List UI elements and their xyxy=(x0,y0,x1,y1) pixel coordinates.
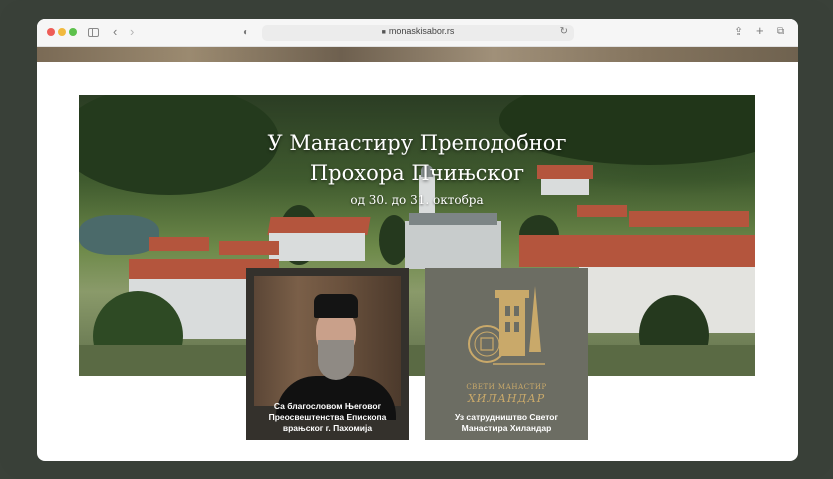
hilandar-logo-subtitle: СВЕТИ МАНАСТИР xyxy=(466,383,547,391)
share-icon[interactable]: ⇪ xyxy=(734,25,743,39)
hero-image: У Манастиру Преподобног Прохора Пчињског… xyxy=(79,95,755,376)
hilandar-caption-line-2: Манастира Хиландар xyxy=(461,423,552,433)
lock-icon: ■ xyxy=(381,29,386,36)
shield-icon[interactable]: ◐ xyxy=(243,26,249,40)
sidebar-icon[interactable] xyxy=(88,28,99,37)
hilandar-caption: Уз сатрудништво Светог Манастира Хиланда… xyxy=(425,412,588,434)
bishop-portrait xyxy=(254,276,401,420)
tabs-overview-icon[interactable]: ⧉ xyxy=(777,25,784,39)
zoom-window-button[interactable] xyxy=(69,28,77,36)
browser-window: ‹ › ◐ ■ monaskisabor.rs ↻ ⇪ + ⧉ У Манаст… xyxy=(37,19,798,461)
minimize-window-button[interactable] xyxy=(58,28,66,36)
hero-title: У Манастиру Преподобног Прохора Пчињског xyxy=(79,128,755,188)
header-banner xyxy=(37,47,798,62)
hero-title-line-1: У Манастиру Преподобног xyxy=(267,131,567,155)
address-bar[interactable]: ■ monaskisabor.rs ↻ xyxy=(262,25,574,41)
hero-title-line-2: Прохора Пчињског xyxy=(309,161,525,185)
reload-icon[interactable]: ↻ xyxy=(560,26,568,37)
bishop-caption: Са благословом Његовог Преосвештенства Е… xyxy=(246,401,409,434)
bishop-caption-line-3: врањског г. Пахомија xyxy=(282,423,373,433)
close-window-button[interactable] xyxy=(47,28,55,36)
new-tab-icon[interactable]: + xyxy=(756,24,764,38)
hilandar-logo-icon xyxy=(468,286,545,365)
hilandar-caption-line-1: Уз сатрудништво Светог xyxy=(454,412,559,422)
hilandar-logo-title: ХИЛАНДАР xyxy=(467,392,546,405)
address-text: monaskisabor.rs xyxy=(388,26,455,36)
bishop-card[interactable]: Са благословом Његовог Преосвештенства Е… xyxy=(246,268,409,440)
forward-icon[interactable]: › xyxy=(130,25,134,39)
back-icon[interactable]: ‹ xyxy=(113,25,117,39)
hero-date: од 30. до 31. октобра xyxy=(350,193,484,207)
bishop-caption-line-1: Са благословом Његовог xyxy=(273,401,382,411)
hilandar-card[interactable]: СВЕТИ МАНАСТИР ХИЛАНДАР Уз сатрудништво … xyxy=(425,268,588,440)
bishop-caption-line-2: Преосвештенства Епископа xyxy=(268,412,387,422)
browser-toolbar: ‹ › ◐ ■ monaskisabor.rs ↻ ⇪ + ⧉ xyxy=(37,19,798,47)
